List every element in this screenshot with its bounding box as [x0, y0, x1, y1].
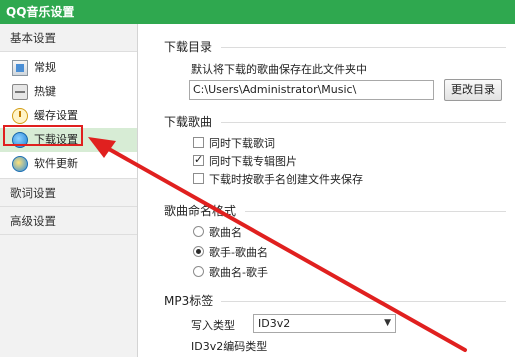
artist-folder-checkbox[interactable] — [193, 173, 204, 184]
download-path-field[interactable]: C:\Users\Administrator\Music\ — [189, 80, 434, 100]
change-directory-button[interactable]: 更改目录 — [444, 79, 502, 101]
section-divider — [221, 47, 506, 48]
download-album-art-checkbox[interactable] — [193, 153, 204, 166]
write-type-label: 写入类型 — [191, 319, 235, 332]
sidebar-item-update[interactable]: 软件更新 — [0, 152, 137, 176]
cache-icon — [12, 108, 28, 124]
naming-artist-song-label: 歌手-歌曲名 — [209, 246, 268, 259]
sidebar-item-label: 软件更新 — [34, 157, 78, 170]
sidebar-group-lyrics[interactable]: 歌词设置 — [0, 179, 137, 207]
section-title-mp3-tags: MP3标签 — [164, 294, 214, 308]
download-dir-description: 默认将下载的歌曲保存在此文件夹中 — [191, 63, 367, 76]
write-type-select[interactable]: ID3v2 ▼ — [253, 314, 396, 333]
chevron-down-icon: ▼ — [384, 318, 391, 328]
naming-song-label: 歌曲名 — [209, 226, 242, 239]
section-title-download-dir: 下载目录 — [164, 40, 213, 54]
id3v2-encoding-label: ID3v2编码类型 — [191, 340, 268, 353]
write-type-value: ID3v2 — [258, 317, 291, 330]
sidebar-group-advanced[interactable]: 高级设置 — [0, 207, 137, 235]
download-lyrics-checkbox[interactable] — [193, 137, 204, 148]
section-title-naming: 歌曲命名格式 — [164, 204, 237, 218]
section-divider — [221, 122, 506, 123]
sidebar-item-hotkey[interactable]: 热键 — [0, 80, 137, 104]
normal-settings-icon — [12, 60, 28, 76]
section-title-download-songs: 下载歌曲 — [164, 115, 213, 129]
window-title: QQ音乐设置 — [0, 0, 515, 24]
section-divider — [245, 211, 506, 212]
settings-sidebar: 基本设置 常规 热键 缓存设置 下载设置 软件更新 歌词设置 高级设置 — [0, 24, 138, 357]
highlight-box — [3, 125, 83, 146]
sidebar-item-label: 热键 — [34, 85, 56, 98]
download-lyrics-label: 同时下载歌词 — [209, 137, 275, 150]
download-album-art-label: 同时下载专辑图片 — [209, 155, 297, 168]
sidebar-group-basic[interactable]: 基本设置 — [0, 24, 137, 52]
settings-content: 下载目录 默认将下载的歌曲保存在此文件夹中 C:\Users\Administr… — [139, 24, 515, 357]
artist-folder-label: 下载时按歌手名创建文件夹保存 — [209, 173, 363, 186]
section-divider — [221, 301, 506, 302]
hotkey-icon — [12, 84, 28, 100]
sidebar-basic-items: 常规 热键 缓存设置 下载设置 软件更新 — [0, 52, 137, 179]
sidebar-item-normal[interactable]: 常规 — [0, 56, 137, 80]
naming-song-artist-label: 歌曲名-歌手 — [209, 266, 268, 279]
naming-song-radio[interactable] — [193, 226, 204, 237]
sidebar-item-label: 常规 — [34, 61, 56, 74]
update-icon — [12, 156, 28, 172]
naming-song-artist-radio[interactable] — [193, 266, 204, 277]
naming-artist-song-radio[interactable] — [193, 246, 204, 257]
